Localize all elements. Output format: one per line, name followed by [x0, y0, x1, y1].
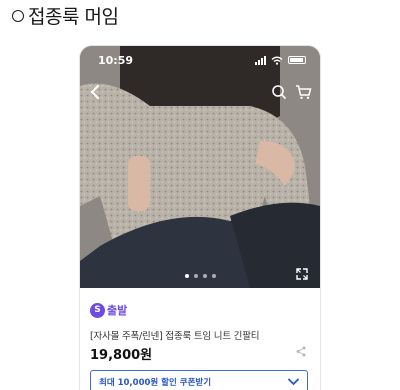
back-arrow-icon[interactable] [88, 84, 102, 100]
carousel-dot[interactable] [184, 274, 189, 278]
coupon-button[interactable]: 최대 10,000원 할인 쿠폰받기 [90, 370, 308, 390]
status-time: 10:59 [98, 53, 134, 67]
expand-icon[interactable] [296, 268, 308, 280]
chevron-down-icon [288, 378, 299, 386]
post-heading: 접종룩 머임 [12, 2, 119, 29]
nav-actions [271, 84, 312, 100]
product-photo[interactable]: 10:59 [80, 46, 320, 288]
signal-icon [255, 55, 266, 65]
phone-screenshot: 10:59 S 출발 [자사몰 주폭/린넨] 접종룩 트임 니트 긴팔티 19,… [80, 46, 320, 390]
product-title: [자사몰 주폭/린넨] 접종룩 트임 니트 긴팔티 [90, 331, 260, 342]
carousel-dots [80, 274, 320, 278]
carousel-dot[interactable] [193, 274, 198, 278]
wifi-icon [271, 56, 283, 65]
bullet-circle-icon [12, 9, 24, 22]
carousel-dot[interactable] [211, 274, 216, 278]
brand-badge-text: 출발 [107, 304, 128, 317]
status-bar: 10:59 [80, 46, 320, 74]
battery-icon [288, 56, 306, 64]
status-icons [255, 55, 306, 65]
product-price: 19,800원 [90, 348, 153, 363]
brand-badge: S 출발 [90, 302, 127, 318]
search-icon[interactable] [271, 84, 287, 100]
image-nav-bar [80, 80, 320, 104]
post-heading-text: 접종룩 머임 [28, 6, 119, 28]
coupon-button-label: 최대 10,000원 할인 쿠폰받기 [99, 378, 212, 388]
carousel-dot[interactable] [202, 274, 207, 278]
cart-icon[interactable] [295, 84, 312, 100]
brand-logo-icon: S [90, 302, 105, 318]
share-icon[interactable] [296, 346, 306, 357]
